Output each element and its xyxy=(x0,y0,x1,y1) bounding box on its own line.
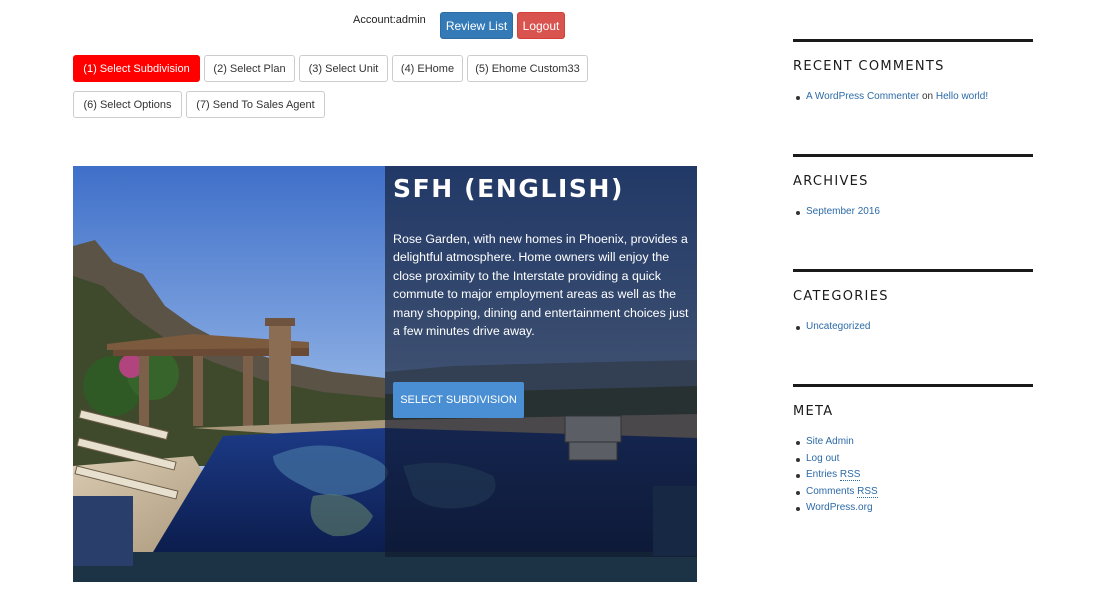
entries-label: Entries xyxy=(806,469,838,481)
widget-archives: ARCHIVES September 2016 xyxy=(793,154,1033,221)
rss-abbr: RSS xyxy=(839,469,861,482)
select-subdivision-button[interactable]: SELECT SUBDIVISION xyxy=(393,382,524,418)
step-ehome-custom[interactable]: (5) Ehome Custom33 xyxy=(467,55,588,82)
list-item: September 2016 xyxy=(793,204,1033,221)
wordpress-org-link[interactable]: WordPress.org xyxy=(806,502,873,513)
bullet-icon xyxy=(796,490,800,495)
comment-post-link[interactable]: Hello world! xyxy=(936,91,988,102)
widget-categories: CATEGORIES Uncategorized xyxy=(793,269,1033,336)
review-list-button[interactable]: Review List xyxy=(440,12,513,39)
step-ehome[interactable]: (4) EHome xyxy=(392,55,463,82)
archive-link[interactable]: September 2016 xyxy=(806,206,880,217)
widget-meta: META Site Admin Log out Entries RSS Comm… xyxy=(793,384,1033,517)
list-item: Uncategorized xyxy=(793,319,1033,336)
list-item: Log out xyxy=(793,451,1033,468)
widget-title: ARCHIVES xyxy=(793,174,869,189)
bullet-icon xyxy=(796,211,800,215)
step-select-subdivision[interactable]: (1) Select Subdivision xyxy=(73,55,200,82)
bullet-icon xyxy=(796,326,800,330)
log-out-link[interactable]: Log out xyxy=(806,453,839,464)
category-link[interactable]: Uncategorized xyxy=(806,321,870,332)
account-label: Account:admin xyxy=(353,14,426,26)
entries-rss-link[interactable]: Entries RSS xyxy=(806,469,861,482)
bullet-icon xyxy=(796,474,800,479)
bullet-icon xyxy=(796,441,800,445)
rss-abbr: RSS xyxy=(857,485,878,498)
comment-author-link[interactable]: A WordPress Commenter xyxy=(806,91,919,102)
step-select-options[interactable]: (6) Select Options xyxy=(73,91,182,118)
widget-title: RECENT COMMENTS xyxy=(793,59,945,74)
bullet-icon xyxy=(796,96,800,100)
list-item: Entries RSS xyxy=(793,467,1033,484)
step-select-unit[interactable]: (3) Select Unit xyxy=(299,55,388,82)
site-admin-link[interactable]: Site Admin xyxy=(806,436,854,447)
logout-button[interactable]: Logout xyxy=(517,12,565,39)
list-item: A WordPress Commenter on Hello world! xyxy=(793,89,1033,106)
bullet-icon xyxy=(796,507,800,512)
connector-text: on xyxy=(921,91,934,102)
comments-label: Comments xyxy=(806,485,855,497)
list-item: Comments RSS xyxy=(793,484,1033,501)
hero-description: Rose Garden, with new homes in Phoenix, … xyxy=(393,232,689,339)
step-select-plan[interactable]: (2) Select Plan xyxy=(204,55,295,82)
subdivision-hero: SFH (ENGLISH) Rose Garden, with new home… xyxy=(73,166,697,582)
comments-rss-link[interactable]: Comments RSS xyxy=(806,485,878,498)
widget-title: META xyxy=(793,404,834,419)
list-item: WordPress.org xyxy=(793,500,1033,517)
list-item: Site Admin xyxy=(793,434,1033,451)
widget-recent-comments: RECENT COMMENTS A WordPress Commenter on… xyxy=(793,39,1033,106)
hero-title: SFH (ENGLISH) xyxy=(393,174,625,203)
step-send-to-sales-agent[interactable]: (7) Send To Sales Agent xyxy=(186,91,325,118)
bullet-icon xyxy=(796,457,800,462)
hero-overlay xyxy=(385,166,697,557)
widget-title: CATEGORIES xyxy=(793,289,889,304)
